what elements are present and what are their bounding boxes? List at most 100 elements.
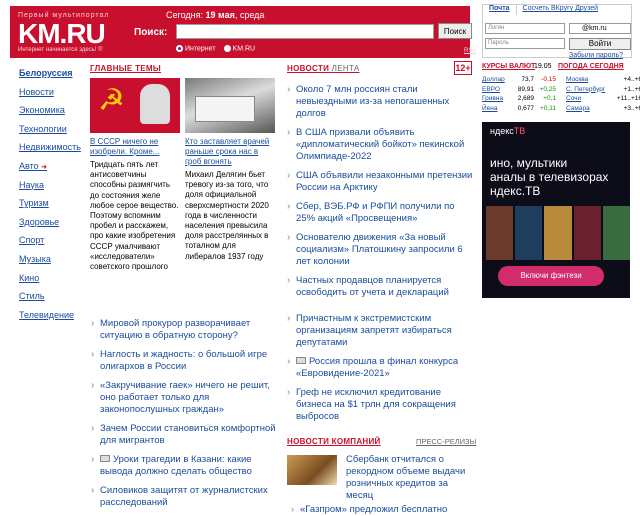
city-name[interactable]: Самара	[566, 104, 612, 114]
search-label: Поиск:	[134, 27, 168, 38]
site-logo[interactable]: KM.RU	[18, 18, 106, 50]
rate-row: Йена 0,677 +0,11 Самара +3..+6	[482, 104, 640, 114]
news-item[interactable]: Основателю движения «За новый социализм»…	[287, 232, 473, 268]
news-item[interactable]: Сбер, ВЭБ.РФ и РФПИ получили по 25% акци…	[287, 201, 473, 225]
featured-article-1: ☭ В СССР ничего не изобрели. Кроме... Тр…	[90, 78, 180, 272]
city-name[interactable]: С. Петербург	[566, 85, 612, 95]
forgot-password-link[interactable]: Забыли пароль?	[569, 52, 623, 59]
featured-image-1[interactable]: ☭	[90, 78, 180, 133]
tab-social[interactable]: Сосчеть ВКругу Друзей	[517, 5, 605, 15]
weather-header[interactable]: ПОГОДА СЕГОДНЯ	[558, 63, 624, 70]
nav-item[interactable]: Наука	[19, 180, 81, 199]
ad-cta-button[interactable]: Включи фэнтези	[498, 266, 604, 286]
nav-item[interactable]: Технологии	[19, 124, 81, 143]
list-item[interactable]: Уроки трагедии в Казани: какие вывода до…	[91, 454, 277, 478]
radio-internet-label: Интернет	[185, 45, 216, 53]
ad-brand-right: ТВ	[513, 126, 526, 136]
rates-header[interactable]: КУРСЫ ВАЛЮТ	[482, 63, 535, 70]
nav-item[interactable]: Кино	[19, 273, 81, 292]
nav-item[interactable]: Экономика	[19, 105, 81, 124]
featured-link-1[interactable]: В СССР ничего не изобрели. Кроме...	[90, 137, 180, 157]
featured-image-2[interactable]	[185, 78, 275, 133]
news-item[interactable]: США объявили незаконными претензии Росси…	[287, 170, 473, 194]
news-item[interactable]: Греф не исключил кредитование бизнеса на…	[287, 387, 473, 423]
list-item-text: Уроки трагедии в Казани: какие вывода до…	[100, 454, 252, 477]
city-name[interactable]: Сочи	[566, 94, 612, 104]
header-banner: Первый мультипортал KM.RU Интернет начин…	[10, 6, 476, 58]
date-day: 19 мая	[205, 10, 235, 20]
nav-item[interactable]: Новости	[19, 87, 81, 106]
news-item[interactable]: Около 7 млн россиян стали невыездными из…	[287, 84, 473, 120]
rates-date: 19.05	[534, 63, 552, 70]
radio-site[interactable]: KM.RU	[223, 45, 256, 53]
company-news-item[interactable]: Сбербанк отчитался о рекордном объеме вы…	[346, 454, 476, 502]
poster-image	[515, 206, 543, 260]
search-button[interactable]: Поиск	[438, 23, 472, 39]
password-input[interactable]: Пароль	[485, 38, 565, 49]
domain-select[interactable]: @km.ru	[569, 23, 631, 34]
left-nav: Белоруссия Новости Экономика Технологии …	[19, 68, 81, 328]
company-news-header[interactable]: НОВОСТИ КОМПАНИЙ	[287, 437, 381, 446]
tab-mail[interactable]: Почта	[483, 5, 517, 15]
news-item-text: Россия прошла в финал конкурса «Евровиде…	[296, 356, 459, 379]
company-news-item[interactable]: «Газпром» предложил бесплатно	[291, 504, 471, 516]
video-icon	[296, 357, 306, 364]
poster-image	[486, 206, 514, 260]
radio-internet[interactable]: Интернет	[176, 45, 216, 52]
date-prefix: Сегодня:	[166, 10, 203, 20]
rate-change: +0,25	[539, 85, 556, 93]
radio-site-label: KM.RU	[232, 45, 256, 53]
rate-value: 73,7	[521, 76, 534, 83]
nav-item[interactable]: Недвижимость	[19, 142, 81, 161]
nav-item[interactable]: Авто ➜	[19, 161, 81, 180]
news-tab[interactable]: НОВОСТИ	[287, 64, 329, 73]
news-header: НОВОСТИ ЛЕНТА	[287, 64, 359, 73]
rate-name[interactable]: Йена	[482, 104, 512, 114]
ad-text: ино, мультики аналы в телевизорах ндекс.…	[490, 156, 609, 198]
nav-item[interactable]: Телевидение	[19, 310, 81, 329]
rate-row: Доллар 73,7 -0,15 Москва +4..+6	[482, 75, 640, 85]
list-item[interactable]: «Закручивание гаек» ничего не решит, оно…	[91, 380, 277, 416]
list-item[interactable]: Зачем России становиться комфортной для …	[91, 423, 277, 447]
rate-name[interactable]: Доллар	[482, 75, 512, 85]
date-weekday: , среда	[234, 10, 265, 20]
featured-link-2[interactable]: Кто заставляет врачей раньше срока нас в…	[185, 137, 275, 167]
featured-text-2: Михаил Делягин бьет тревогу из-за того, …	[185, 170, 269, 261]
news-item[interactable]: Россия прошла в финал конкурса «Евровиде…	[287, 356, 473, 380]
rate-value: 0,677	[517, 104, 534, 112]
main-topics-header[interactable]: ГЛАВНЫЕ ТЕМЫ	[90, 64, 161, 73]
login-input[interactable]: Логин	[485, 23, 565, 34]
rate-name[interactable]: Гривна	[482, 94, 512, 104]
press-releases-link[interactable]: ПРЕСС-РЕЛИЗЫ	[416, 437, 476, 446]
rate-change: -0,15	[541, 76, 556, 83]
login-tabs: Почта Сосчеть ВКругу Друзей	[483, 5, 631, 15]
city-name[interactable]: Москва	[566, 75, 612, 85]
news-item[interactable]: Причастным к экстремистским организациям…	[287, 313, 473, 349]
rate-change: +0,11	[540, 104, 556, 112]
city-temp: +11..+16	[616, 95, 640, 102]
list-item[interactable]: Наглость и жадность: о большой игре олиг…	[91, 349, 277, 373]
nav-item[interactable]: Здоровье	[19, 217, 81, 236]
login-button[interactable]: Войти	[569, 38, 631, 50]
poster-image	[602, 206, 630, 260]
rate-name[interactable]: ЕВРО	[482, 85, 512, 95]
news-item[interactable]: Частных продавцов планируется освободить…	[287, 275, 473, 299]
search-input[interactable]	[176, 24, 434, 39]
nav-item[interactable]: Музыка	[19, 254, 81, 273]
ambulance-figure	[195, 96, 255, 122]
city-temp: +1..+6	[623, 85, 640, 93]
nav-item[interactable]: Белоруссия	[19, 68, 81, 87]
ad-banner[interactable]: ндексТВ ино, мультики аналы в телевизора…	[482, 122, 630, 298]
radio-empty-icon	[223, 45, 231, 52]
list-item[interactable]: Мировой прокурор разворачивает ситуацию …	[91, 318, 277, 342]
news-item[interactable]: В США призвали объявить «дипломатический…	[287, 127, 473, 163]
nav-item[interactable]: Туризм	[19, 198, 81, 217]
rate-change: +0,1	[543, 95, 556, 102]
rss-link[interactable]: RSS	[464, 48, 476, 54]
video-icon	[100, 455, 110, 462]
company-news-image[interactable]	[287, 455, 337, 485]
nav-item[interactable]: Спорт	[19, 235, 81, 254]
list-item[interactable]: Силовиков защитят от журналистских рассл…	[91, 485, 277, 509]
feed-tab[interactable]: ЛЕНТА	[332, 64, 360, 73]
nav-item[interactable]: Стиль	[19, 291, 81, 310]
